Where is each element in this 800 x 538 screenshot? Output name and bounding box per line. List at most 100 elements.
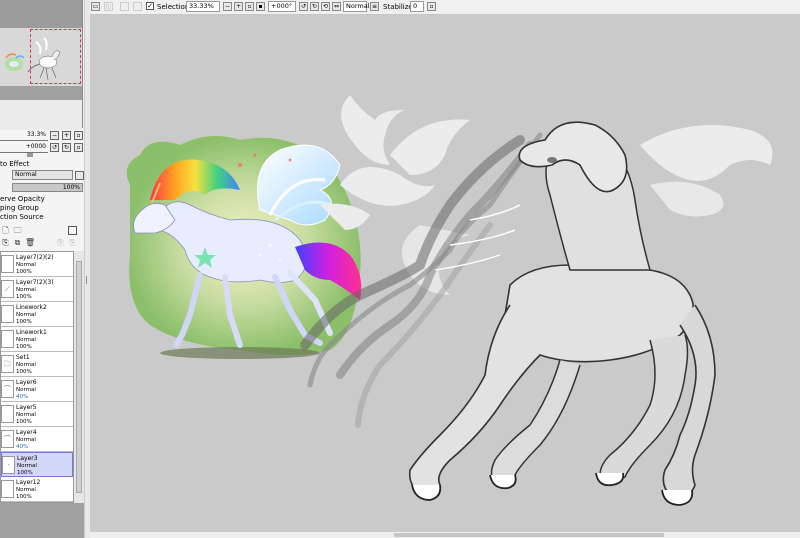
opacity-value: 100%	[62, 184, 80, 191]
layer-row[interactable]: Layer5 Normal 100%	[1, 402, 73, 427]
blend-mode-dropdown-icon[interactable]	[75, 171, 84, 180]
toolbar-zoom-actual-icon[interactable]: ▪	[256, 2, 265, 11]
toolbar-rotate-left-icon[interactable]: ↺	[299, 2, 308, 11]
layer-opacity: 100%	[16, 419, 32, 425]
layer-opacity: 100%	[16, 269, 32, 275]
delete-layer-icon[interactable]: 🗑	[25, 238, 35, 247]
layer-opacity: 100%	[16, 369, 32, 375]
rotate-left-icon[interactable]: ↺	[50, 143, 59, 152]
opacity-slider[interactable]: 100%	[12, 183, 83, 192]
layer-blend-mode: Normal	[17, 463, 37, 469]
navigator-controls-bg	[0, 100, 82, 130]
layer-thumbnail	[1, 305, 14, 323]
layer-mask-icon[interactable]	[68, 226, 77, 235]
layer-blend-mode: Normal	[16, 262, 36, 268]
layer-name: Set1	[16, 354, 30, 361]
layer-list[interactable]: Layer7(2)(2) Normal 100% ⟋ Layer7(2)(3) Norma…	[0, 251, 74, 503]
stabilizer-dropdown-icon[interactable]: ▫	[427, 2, 436, 11]
layer-row[interactable]: Linework1 Normal 100%	[1, 327, 73, 352]
rotation-slider[interactable]	[0, 152, 48, 153]
left-panel: 33.3% − + ▫ +0000 ↺ ↻ ▫ to Effect Normal…	[0, 0, 84, 538]
clip-to-effect-label[interactable]: to Effect	[0, 160, 29, 168]
selection-label: Selection	[157, 3, 190, 11]
transfer-down-icon[interactable]: ⎘	[56, 238, 65, 247]
rotation-input[interactable]: +000°	[268, 1, 296, 12]
merge-layer-icon[interactable]: ⧉	[13, 238, 22, 247]
selection-source-label[interactable]: ction Source	[0, 213, 44, 221]
stabilizer-input[interactable]: 0	[410, 1, 424, 12]
canvas-horizontal-scrollbar[interactable]	[90, 532, 800, 538]
toolbar-zoom-fit-icon[interactable]: ▫	[245, 2, 254, 11]
layer-list-scroll-thumb[interactable]	[76, 261, 82, 493]
selection-checkbox[interactable]: ✓	[146, 2, 154, 10]
layer-row[interactable]: · Layer3 Normal 100%	[1, 452, 73, 477]
layer-opacity: 100%	[16, 319, 32, 325]
preserve-opacity-label[interactable]: erve Opacity	[0, 195, 45, 203]
toolbar-flip-icon[interactable]: ⇔	[332, 2, 341, 11]
toolbar-rotate-reset-icon[interactable]: ⟲	[321, 2, 330, 11]
new-layer-icon[interactable]: 🗋	[1, 226, 10, 235]
layer-row[interactable]: ⌒ Layer6 Normal 40%	[1, 377, 73, 402]
rotate-right-icon[interactable]: ↻	[62, 143, 71, 152]
layer-opacity: 100%	[16, 294, 32, 300]
layer-row[interactable]: ⟋ Layer7(2)(3) Normal 100%	[1, 277, 73, 302]
navigator-top	[0, 0, 82, 28]
layer-list-scrollbar[interactable]	[74, 251, 84, 503]
layer-row[interactable]: Layer12 Normal 100%	[1, 477, 73, 502]
zoom-reset-icon[interactable]: ▫	[74, 131, 83, 140]
layer-opacity: 100%	[16, 494, 32, 500]
clipping-group-label[interactable]: ping Group	[0, 204, 39, 212]
zoom-input[interactable]: 33.33%	[186, 1, 220, 12]
invert-selection-icon[interactable]: ◱	[104, 2, 113, 11]
zoom-in-icon[interactable]: +	[62, 131, 71, 140]
layer-name: Layer3	[17, 455, 38, 462]
navigator-panel[interactable]	[0, 0, 83, 130]
layer-opacity: 100%	[17, 470, 33, 476]
show-selection-icon[interactable]	[120, 2, 129, 11]
top-toolbar: ▭ ◱ ✓ Selection 33.33% − + ▫ ▪ +000° ↺ ↻…	[90, 0, 800, 15]
layer-thumbnail: ⟋	[1, 280, 14, 298]
layer-blend-mode: Normal	[16, 412, 36, 418]
layer-row[interactable]: Layer7(2)(2) Normal 100%	[1, 252, 73, 277]
layer-name: Layer6	[16, 379, 37, 386]
copy-layer-icon[interactable]: ⎘	[1, 238, 10, 247]
layer-row[interactable]: Linework2 Normal 100%	[1, 302, 73, 327]
folder-icon: 🗀	[1, 355, 14, 373]
layer-thumbnail: ·	[2, 456, 15, 474]
layer-name: Linework2	[16, 304, 47, 311]
layer-name: Layer7(2)(3)	[16, 279, 54, 286]
layer-blend-mode: Normal	[16, 387, 36, 393]
layer-thumbnail	[1, 480, 14, 498]
toolbar-zoom-in-icon[interactable]: +	[234, 2, 243, 11]
navigator-preview[interactable]	[0, 28, 82, 86]
layer-row[interactable]: ⌒ Layer4 Normal 40%	[1, 427, 73, 452]
menu-lines-icon[interactable]: ≡	[370, 2, 379, 11]
navigator-zoom-value: 33.3%	[26, 131, 46, 138]
zoom-slider[interactable]	[0, 140, 48, 141]
merge-down-icon[interactable]: ⎘	[68, 238, 77, 247]
blend-mode-box[interactable]: Normal	[343, 1, 370, 12]
rotate-reset-icon[interactable]: ▫	[74, 143, 83, 152]
zoom-out-icon[interactable]: −	[50, 131, 59, 140]
toolbar-zoom-out-icon[interactable]: −	[223, 2, 232, 11]
navigator-view-frame[interactable]	[30, 29, 81, 84]
toolbar-rotate-right-icon[interactable]: ↻	[310, 2, 319, 11]
new-folder-icon[interactable]: 🗀	[13, 226, 22, 235]
layer-blend-mode: Normal	[16, 437, 36, 443]
layer-thumbnail	[1, 405, 14, 423]
layer-blend-mode: Normal	[16, 287, 36, 293]
canvas-scroll-thumb[interactable]	[394, 533, 664, 537]
layer-thumbnail	[1, 255, 14, 273]
blend-mode-select[interactable]: Normal	[12, 170, 73, 180]
layer-name: Layer5	[16, 404, 37, 411]
canvas-area[interactable]	[90, 15, 800, 532]
left-panel-footer	[0, 503, 84, 538]
layer-blend-mode: Normal	[16, 362, 36, 368]
hide-selection-icon[interactable]	[133, 2, 142, 11]
layer-name: Layer12	[16, 479, 41, 486]
layer-name: Layer4	[16, 429, 37, 436]
layer-thumbnail	[1, 330, 14, 348]
rotation-slider-knob[interactable]	[27, 153, 33, 157]
deselect-icon[interactable]: ▭	[91, 2, 100, 11]
layer-row[interactable]: 🗀 Set1 Normal 100%	[1, 352, 73, 377]
